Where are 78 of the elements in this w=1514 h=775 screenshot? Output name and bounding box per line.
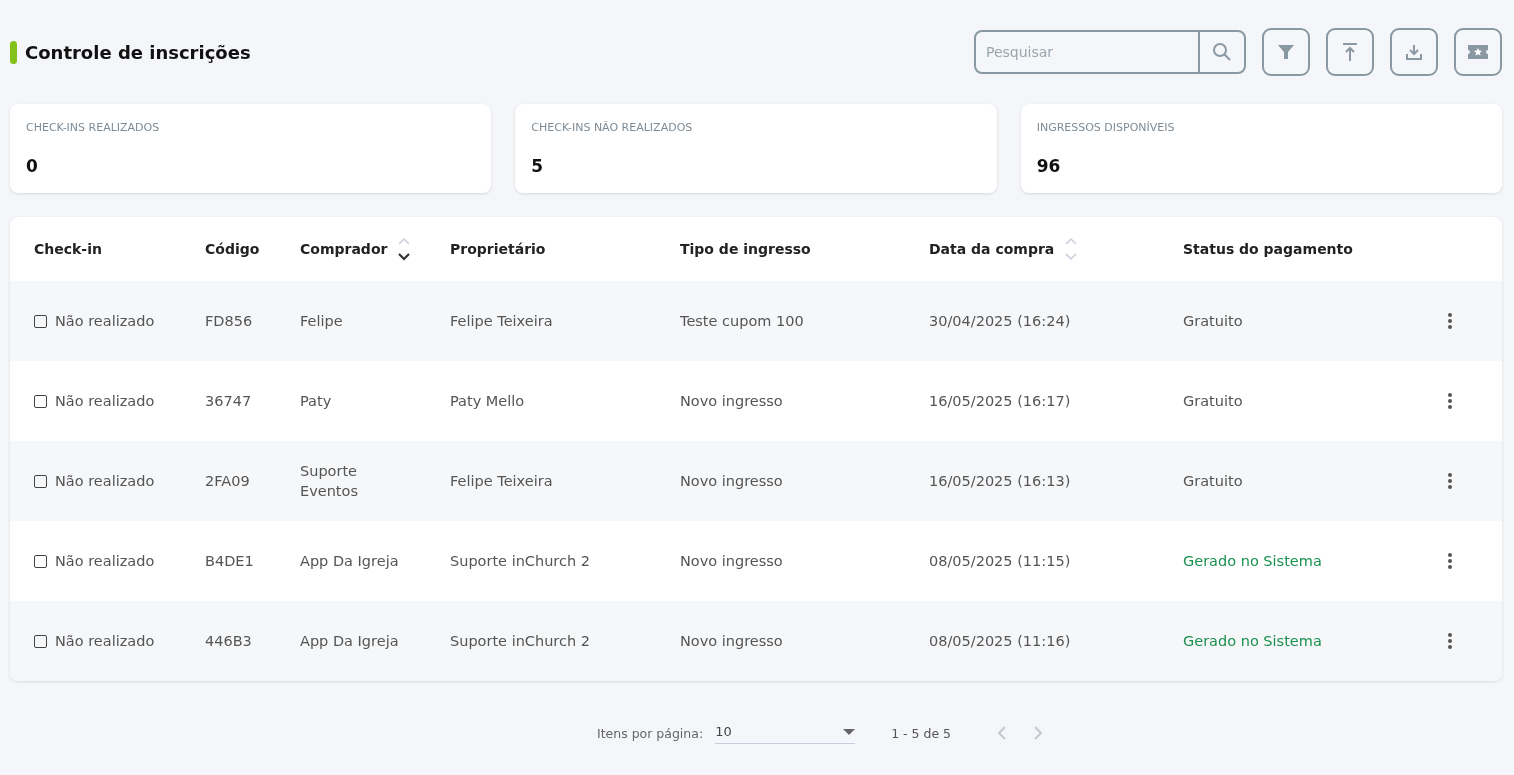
table-cell-text: 08/05/2025 (11:16) xyxy=(929,631,1072,651)
column-header: Proprietário xyxy=(450,241,546,257)
title-accent-bar xyxy=(10,40,17,64)
download-button[interactable] xyxy=(1390,28,1438,76)
stat-label: INGRESSOS DISPONÍVEIS xyxy=(1036,121,1176,134)
checkbox[interactable] xyxy=(34,394,47,408)
vertical-dots-icon xyxy=(1448,472,1452,490)
checkin-status: Não realizado xyxy=(55,393,155,409)
table-cell-text: Suporte inChurch 2 xyxy=(450,631,591,651)
table-cell-text: 08/05/2025 (11:15) xyxy=(929,551,1072,571)
table-cell-text: FD856 xyxy=(205,311,254,331)
column-header: Check-in xyxy=(34,241,102,257)
chevron-left-icon xyxy=(997,725,1008,741)
table-cell-text: 30/04/2025 (16:24) xyxy=(929,311,1072,331)
column-header: Comprador xyxy=(300,241,388,257)
vertical-dots-icon xyxy=(1448,392,1452,410)
search-input[interactable]: Pesquisar xyxy=(976,32,1198,72)
page-size-select[interactable]: 10 xyxy=(715,722,856,744)
search-icon xyxy=(1212,42,1232,62)
checkin-status: Não realizado xyxy=(55,553,155,569)
table-cell-text: Paty Mello xyxy=(450,391,526,411)
chevron-right-icon xyxy=(1033,725,1044,741)
vertical-dots-icon xyxy=(1448,632,1452,650)
table-cell-text: Paty xyxy=(300,391,333,411)
payment-status: Gerado no Sistema xyxy=(1183,631,1323,651)
table-cell-text: Novo ingresso xyxy=(680,551,784,571)
table-cell-text: 16/05/2025 (16:13) xyxy=(929,471,1072,491)
filter-button[interactable] xyxy=(1262,28,1310,76)
vertical-dots-icon xyxy=(1448,312,1452,330)
checkbox[interactable] xyxy=(34,634,47,648)
checkin-status: Não realizado xyxy=(55,313,155,329)
table-cell-text: Suporte inChurch 2 xyxy=(450,551,591,571)
checkin-status: Não realizado xyxy=(55,633,155,649)
payment-status: Gratuito xyxy=(1183,471,1244,491)
table-cell-text: 446B3 xyxy=(205,631,253,651)
stat-value: 5 xyxy=(531,156,545,176)
checkbox[interactable] xyxy=(34,554,47,568)
checkbox[interactable] xyxy=(34,474,47,488)
table-cell-text: Felipe Teixeira xyxy=(450,311,554,331)
table-cell-text: 36747 xyxy=(205,391,253,411)
upload-icon xyxy=(1342,42,1358,62)
page-title: Controle de inscrições xyxy=(25,41,251,63)
ticket-star-icon xyxy=(1467,43,1489,61)
table-cell-text: App Da Igreja xyxy=(300,631,400,651)
column-header: Data da compra xyxy=(929,241,1055,257)
search-field[interactable]: Pesquisar xyxy=(974,30,1246,74)
column-header: Código xyxy=(205,241,260,257)
table-cell-text: Felipe xyxy=(300,311,344,331)
table-cell-text: 2FA09 xyxy=(205,471,251,491)
stat-label: CHECK-INS NÃO REALIZADOS xyxy=(531,121,694,134)
payment-status: Gerado no Sistema xyxy=(1183,551,1323,571)
table-cell-text: Novo ingresso xyxy=(680,471,784,491)
filter-icon xyxy=(1277,43,1295,61)
caret-down-icon xyxy=(843,728,856,735)
table-cell-text: Teste cupom 100 xyxy=(680,311,805,331)
payment-status: Gratuito xyxy=(1183,391,1244,411)
page-range: 1 - 5 de 5 xyxy=(891,725,952,741)
table-cell-text: Felipe Teixeira xyxy=(450,471,554,491)
stat-value: 0 xyxy=(26,156,39,176)
table-cell-text: B4DE1 xyxy=(205,551,255,571)
ticket-button[interactable] xyxy=(1454,28,1502,76)
sort-icon[interactable] xyxy=(397,236,412,262)
stat-label: CHECK-INS REALIZADOS xyxy=(26,121,161,134)
upload-button[interactable] xyxy=(1326,28,1374,76)
payment-status: Gratuito xyxy=(1183,311,1244,331)
checkin-status: Não realizado xyxy=(55,473,155,489)
download-icon xyxy=(1405,43,1423,61)
table-cell-text: 16/05/2025 (16:17) xyxy=(929,391,1072,411)
table-cell-text: Novo ingresso xyxy=(680,391,784,411)
checkbox[interactable] xyxy=(34,314,47,328)
column-header: Tipo de ingresso xyxy=(680,241,811,257)
table-cell-text: App Da Igreja xyxy=(300,551,400,571)
column-header: Status do pagamento xyxy=(1183,241,1353,257)
table-cell-text: Novo ingresso xyxy=(680,631,784,651)
items-per-page-label: Itens por página: xyxy=(596,725,704,741)
stat-value: 96 xyxy=(1036,156,1062,176)
vertical-dots-icon xyxy=(1448,552,1452,570)
table-cell-text: Suporte Eventos xyxy=(300,461,359,501)
